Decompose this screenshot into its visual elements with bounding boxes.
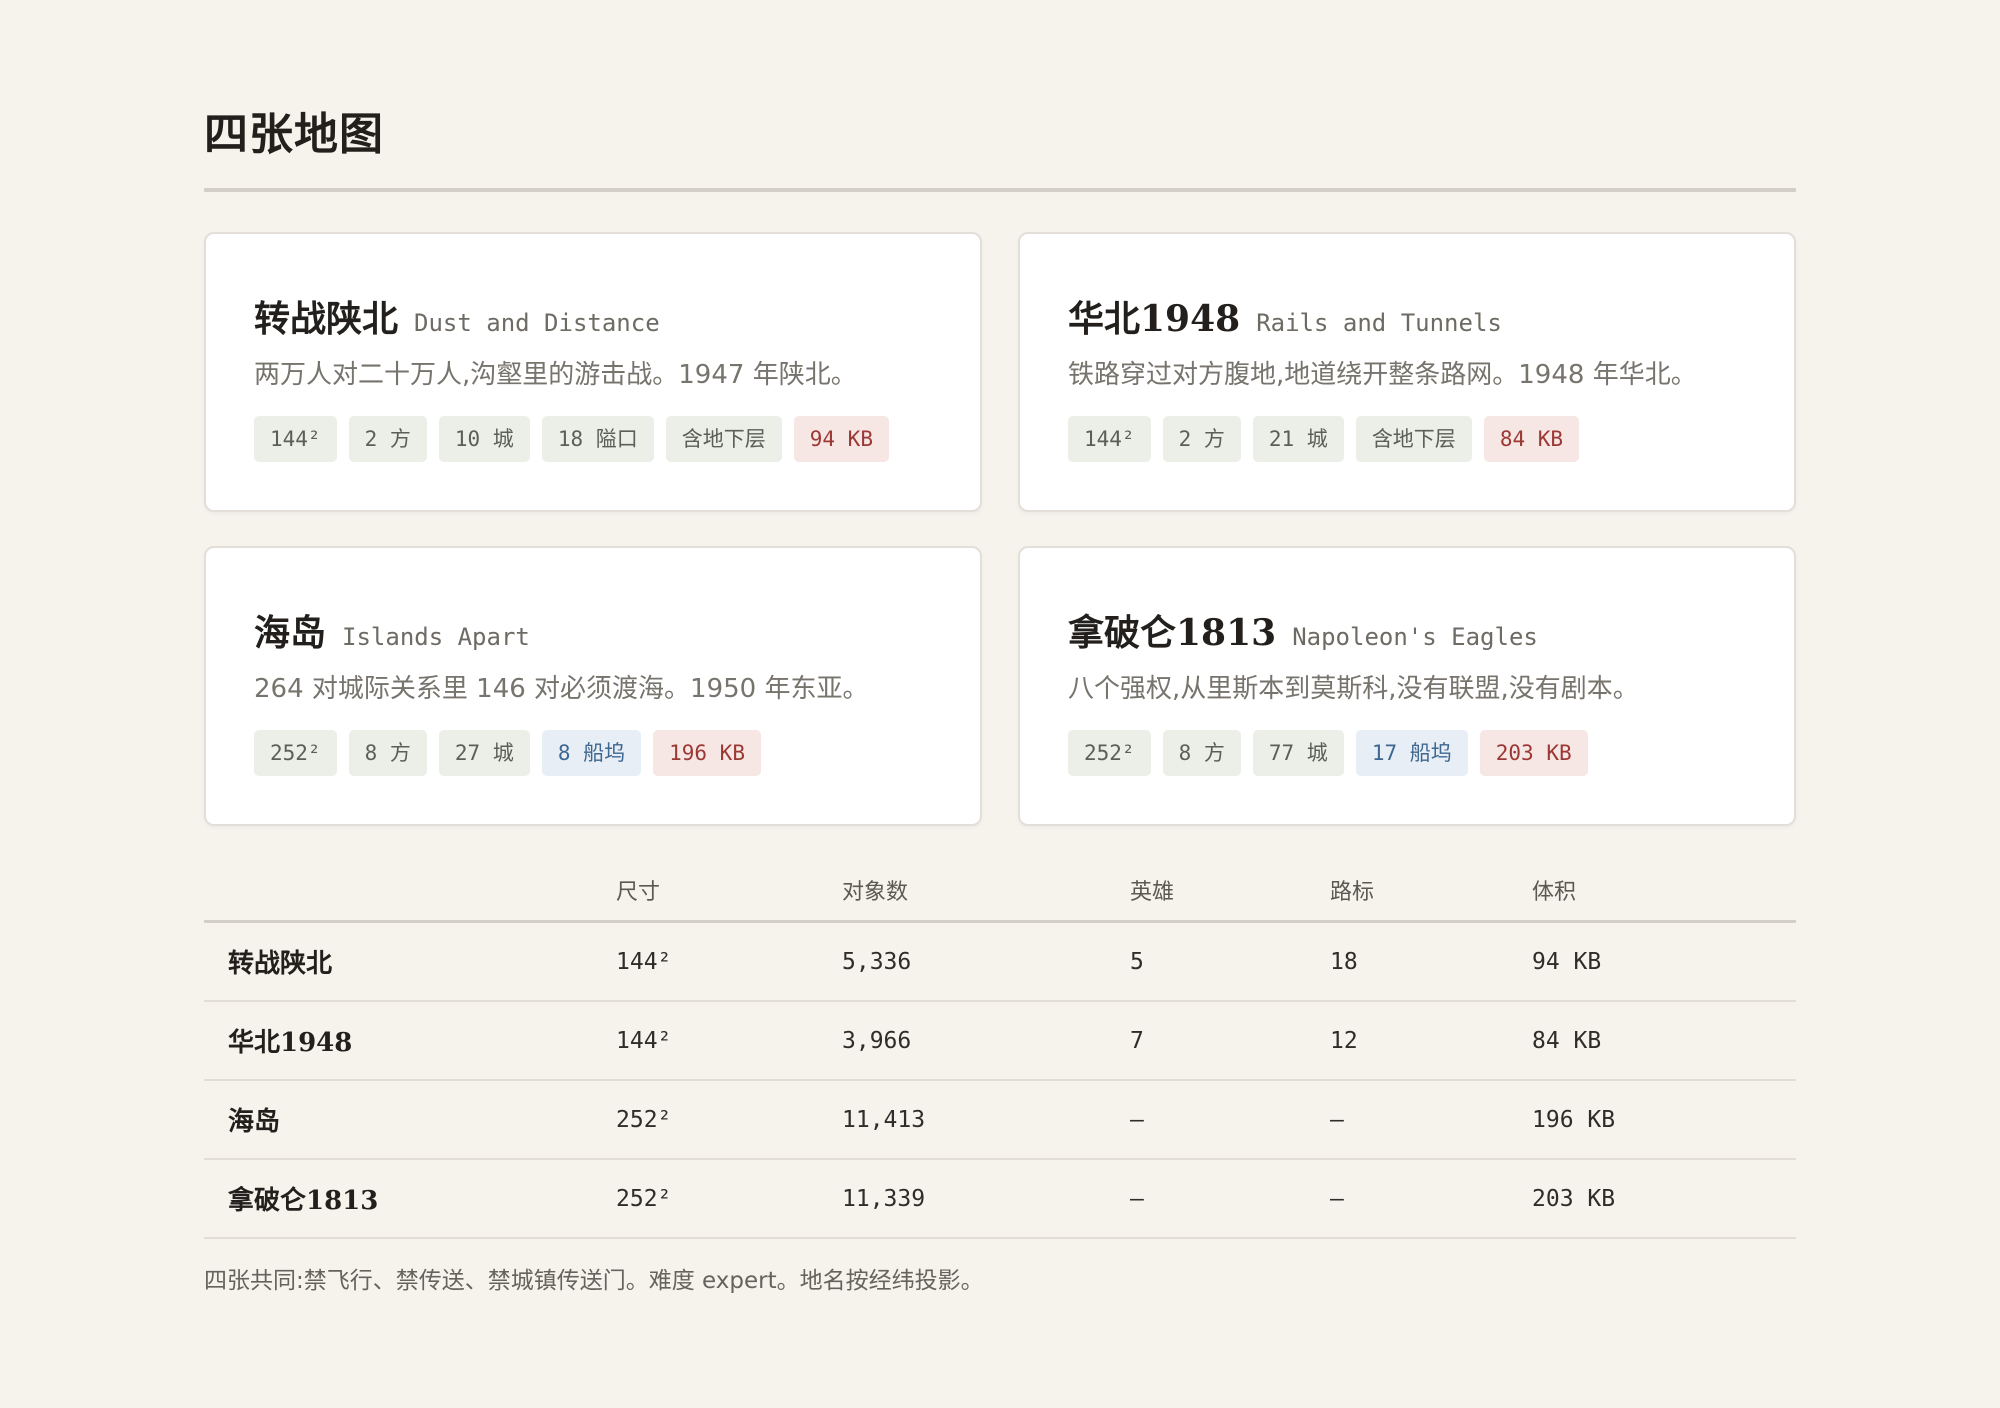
map-card[interactable]: 华北1948 Rails and Tunnels 铁路穿过对方腹地,地道绕开整条… <box>1018 232 1796 512</box>
row-name: 拿破仑1813 <box>228 1186 379 1216</box>
cell-heroes: 5 <box>1130 948 1144 975</box>
footnote: 四张共同:禁飞行、禁传送、禁城镇传送门。难度 expert。地名按经纬投影。 <box>204 1268 984 1294</box>
table-row: 华北1948 144² 3,966 7 12 84 KB <box>204 1002 1796 1081</box>
tag-filesize: 203 KB <box>1479 730 1588 776</box>
card-title: 华北1948 <box>1068 298 1241 340</box>
title-divider <box>204 188 1796 192</box>
cell-objects: 11,339 <box>842 1185 926 1212</box>
card-header: 转战陕北 Dust and Distance <box>254 290 932 340</box>
column-header-heroes: 英雄 <box>1130 880 1175 905</box>
cell-heroes: — <box>1130 1106 1144 1133</box>
tag-factions: 2 方 <box>348 416 427 462</box>
column-header-size: 尺寸 <box>616 880 661 905</box>
cell-objects: 3,966 <box>842 1027 912 1054</box>
tag-factions: 8 方 <box>1162 730 1241 776</box>
card-subtitle: Napoleon's Eagles <box>1292 623 1538 651</box>
tag-cities: 10 城 <box>438 416 530 462</box>
column-header-objects: 对象数 <box>842 880 909 905</box>
cell-signposts: 18 <box>1330 948 1358 975</box>
tag-size: 252² <box>1068 730 1151 776</box>
cell-size: 252² <box>616 1185 672 1212</box>
card-header: 海岛 Islands Apart <box>254 604 932 654</box>
map-card[interactable]: 拿破仑1813 Napoleon's Eagles 八个强权,从里斯本到莫斯科,… <box>1018 546 1796 826</box>
table-header: 尺寸 对象数 英雄 路标 体积 <box>204 860 1796 923</box>
tag-cities: 21 城 <box>1252 416 1344 462</box>
tag-underground: 含地下层 <box>1355 416 1472 462</box>
row-name: 转战陕北 <box>228 949 333 979</box>
map-cards: 转战陕北 Dust and Distance 两万人对二十万人,沟壑里的游击战。… <box>204 232 1796 826</box>
cell-filesize: 203 KB <box>1532 1185 1616 1212</box>
cell-heroes: — <box>1130 1185 1144 1212</box>
card-header: 华北1948 Rails and Tunnels <box>1068 290 1746 340</box>
card-subtitle: Dust and Distance <box>414 309 660 337</box>
table-row: 拿破仑1813 252² 11,339 — — 203 KB <box>204 1160 1796 1239</box>
row-name: 海岛 <box>228 1107 281 1137</box>
card-subtitle: Rails and Tunnels <box>1256 309 1502 337</box>
map-card[interactable]: 海岛 Islands Apart 264 对城际关系里 146 对必须渡海。19… <box>204 546 982 826</box>
tag-filesize: 94 KB <box>793 416 889 462</box>
cell-heroes: 7 <box>1130 1027 1144 1054</box>
card-tags: 252² 8 方 77 城 17 船坞 203 KB <box>1068 730 1746 776</box>
tag-factions: 8 方 <box>348 730 427 776</box>
card-tags: 144² 2 方 10 城 18 隘口 含地下层 94 KB <box>254 416 932 462</box>
column-header-filesize: 体积 <box>1532 880 1577 905</box>
tag-shipyards: 8 船坞 <box>541 730 642 776</box>
card-description: 264 对城际关系里 146 对必须渡海。1950 年东亚。 <box>254 674 869 704</box>
cell-filesize: 196 KB <box>1532 1106 1616 1133</box>
tag-shipyards: 17 船坞 <box>1355 730 1468 776</box>
cell-size: 144² <box>616 948 672 975</box>
table-row: 转战陕北 144² 5,336 5 18 94 KB <box>204 923 1796 1002</box>
tag-passes: 18 隘口 <box>541 416 654 462</box>
card-title: 拿破仑1813 <box>1068 612 1277 654</box>
cell-objects: 5,336 <box>842 948 912 975</box>
tag-filesize: 196 KB <box>653 730 761 776</box>
card-title: 海岛 <box>254 612 327 654</box>
card-description: 铁路穿过对方腹地,地道绕开整条路网。1948 年华北。 <box>1068 360 1697 390</box>
comparison-table: 尺寸 对象数 英雄 路标 体积 转战陕北 144² 5,336 5 18 94 … <box>204 860 1796 1239</box>
cell-size: 252² <box>616 1106 672 1133</box>
cell-signposts: — <box>1330 1106 1344 1133</box>
card-header: 拿破仑1813 Napoleon's Eagles <box>1068 604 1746 654</box>
row-name: 华北1948 <box>228 1028 353 1058</box>
cell-filesize: 84 KB <box>1532 1027 1602 1054</box>
cell-filesize: 94 KB <box>1532 948 1602 975</box>
card-subtitle: Islands Apart <box>342 623 530 651</box>
column-header-signposts: 路标 <box>1330 880 1375 905</box>
tag-underground: 含地下层 <box>665 416 782 462</box>
card-description: 两万人对二十万人,沟壑里的游击战。1947 年陕北。 <box>254 360 857 390</box>
cell-signposts: — <box>1330 1185 1344 1212</box>
map-card[interactable]: 转战陕北 Dust and Distance 两万人对二十万人,沟壑里的游击战。… <box>204 232 982 512</box>
tag-filesize: 84 KB <box>1483 416 1580 462</box>
tag-size: 252² <box>254 730 337 776</box>
page-title: 四张地图 <box>204 109 384 160</box>
table-row: 海岛 252² 11,413 — — 196 KB <box>204 1081 1796 1160</box>
tag-factions: 2 方 <box>1162 416 1241 462</box>
tag-size: 144² <box>254 416 337 462</box>
page: 四张地图 转战陕北 Dust and Distance 两万人对二十万人,沟壑里… <box>204 96 1796 1295</box>
card-title: 转战陕北 <box>254 298 399 340</box>
tag-cities: 27 城 <box>438 730 530 776</box>
card-tags: 252² 8 方 27 城 8 船坞 196 KB <box>254 730 932 776</box>
card-description: 八个强权,从里斯本到莫斯科,没有联盟,没有剧本。 <box>1068 674 1639 704</box>
tag-cities: 77 城 <box>1252 730 1344 776</box>
cell-signposts: 12 <box>1330 1027 1358 1054</box>
cell-objects: 11,413 <box>842 1106 926 1133</box>
card-tags: 144² 2 方 21 城 含地下层 84 KB <box>1068 416 1746 462</box>
cell-size: 144² <box>616 1027 672 1054</box>
tag-size: 144² <box>1068 416 1151 462</box>
